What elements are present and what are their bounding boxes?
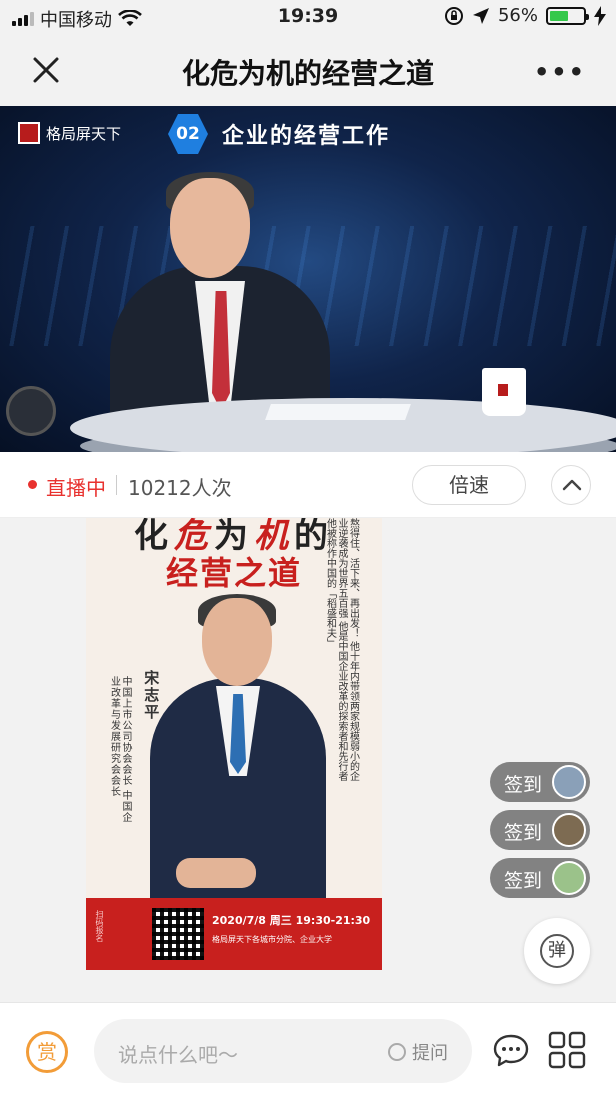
event-poster[interactable]: 化危为机的 经营之道 宋志平 中国上市公司协会会长 中国企业改革与发展研究会会长… — [86, 518, 382, 970]
avatar — [552, 813, 586, 847]
poster-side-text: 熬得住、活下来、再出发！ 他十年内带领两家规模弱小的企业逆袭成为世界五百强 他是… — [324, 518, 359, 782]
page-title: 化危为机的经营之道 — [181, 57, 434, 90]
reward-button[interactable]: 赏 — [26, 1031, 68, 1073]
chevron-up-icon — [562, 479, 582, 491]
episode-badge: 02 — [168, 114, 208, 154]
video-logo-text: 格局屏天下 — [46, 124, 122, 143]
poster-hands — [176, 858, 256, 888]
grid-menu-icon[interactable] — [548, 1031, 586, 1069]
checkin-chip[interactable]: 签到 — [490, 762, 590, 802]
qr-code[interactable] — [152, 908, 204, 960]
divider — [116, 475, 117, 495]
radio-icon — [388, 1043, 406, 1061]
playback-speed-button[interactable]: 倍速 — [412, 465, 526, 505]
checkin-chip[interactable]: 签到 — [490, 810, 590, 850]
avatar — [552, 861, 586, 895]
comment-input[interactable]: 说点什么吧～ 提问 — [94, 1019, 472, 1083]
poster-head — [202, 598, 272, 686]
avatar — [552, 765, 586, 799]
ask-question-toggle[interactable]: 提问 — [388, 1039, 448, 1065]
live-video-player[interactable]: 格局屏天下 02 企业的经营工作 — [0, 106, 616, 452]
logo-seal-icon — [18, 122, 40, 144]
poster-date: 2020/7/8 周三 19:30-21:30 — [212, 914, 371, 927]
collapse-button[interactable] — [551, 465, 591, 505]
checkin-chip[interactable]: 签到 — [490, 858, 590, 898]
poster-location: 格局屏天下各城市分院、企业大学 — [212, 935, 332, 944]
battery-icon — [546, 6, 589, 25]
bottom-bar: 赏 说点什么吧～ 提问 — [0, 1002, 616, 1096]
viewer-count: 10212人次 — [128, 476, 232, 500]
status-right: 56% — [444, 5, 606, 26]
comment-placeholder: 说点什么吧～ — [118, 1043, 238, 1067]
episode-title: 企业的经营工作 — [222, 124, 391, 149]
host-head — [170, 178, 250, 278]
lock-rotation-icon — [444, 6, 463, 25]
chat-bubble-icon[interactable] — [492, 1033, 530, 1069]
location-icon — [472, 7, 489, 24]
battery-fill — [550, 10, 568, 21]
danmu-icon: 弹 — [540, 934, 574, 968]
ask-label: 提问 — [412, 1043, 448, 1064]
table-papers — [265, 404, 411, 420]
checkin-label: 签到 — [504, 774, 543, 796]
content-area[interactable]: 化危为机的 经营之道 宋志平 中国上市公司协会会长 中国企业改革与发展研究会会长… — [0, 518, 616, 1002]
poster-speaker-roles: 中国上市公司协会会长 中国企业改革与发展研究会会长 — [108, 676, 132, 824]
live-info-bar: 直播中 10212人次 倍速 — [0, 452, 616, 518]
studio-camera — [6, 386, 56, 436]
live-status: 直播中 — [46, 476, 106, 500]
video-logo: 格局屏天下 — [18, 122, 121, 144]
mug — [482, 368, 526, 416]
live-dot-icon — [28, 480, 37, 489]
poster-speaker-name: 宋志平 — [142, 670, 161, 721]
battery-percent: 56% — [497, 5, 538, 26]
more-icon[interactable]: ••• — [534, 58, 586, 86]
charging-icon — [594, 5, 606, 26]
checkin-label: 签到 — [504, 822, 543, 844]
qr-label: 扫码报名 — [95, 910, 104, 942]
danmu-toggle-button[interactable]: 弹 — [524, 918, 590, 984]
status-bar: 中国移动 19:39 56% — [0, 0, 616, 34]
poster-footer: 扫码报名 2020/7/8 周三 19:30-21:30 格局屏天下各城市分院、… — [86, 898, 382, 970]
nav-bar: 化危为机的经营之道 ••• — [0, 34, 616, 106]
checkin-label: 签到 — [504, 870, 543, 892]
